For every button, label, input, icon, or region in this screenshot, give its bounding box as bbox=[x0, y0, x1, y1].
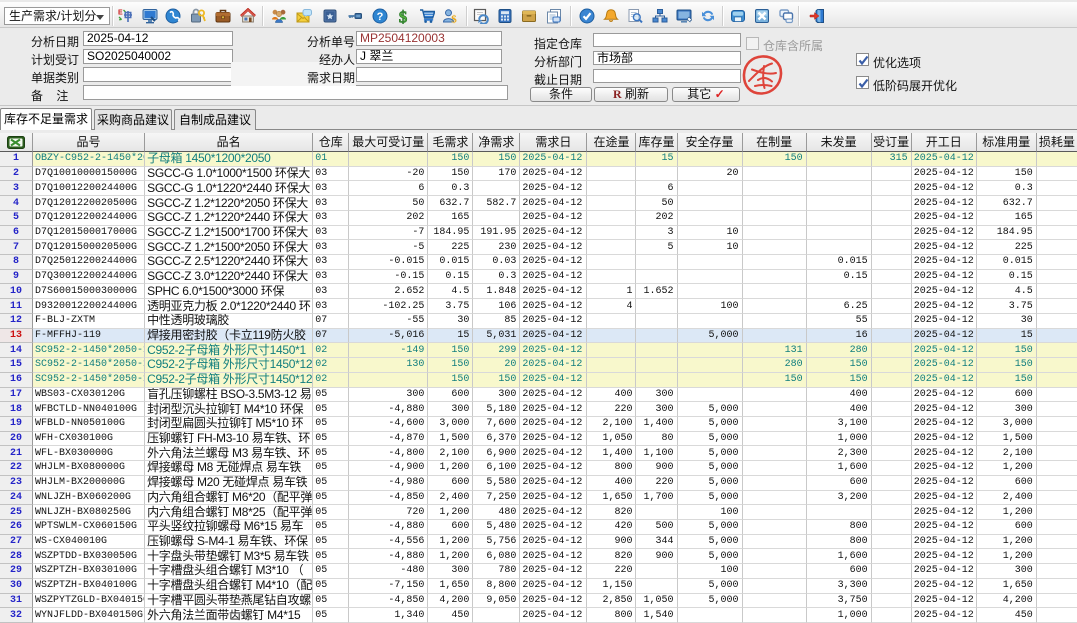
svg-text:E: E bbox=[118, 10, 123, 17]
svg-text:?: ? bbox=[377, 11, 384, 23]
svg-text:$: $ bbox=[451, 14, 457, 25]
svg-text:$: $ bbox=[399, 8, 408, 24]
